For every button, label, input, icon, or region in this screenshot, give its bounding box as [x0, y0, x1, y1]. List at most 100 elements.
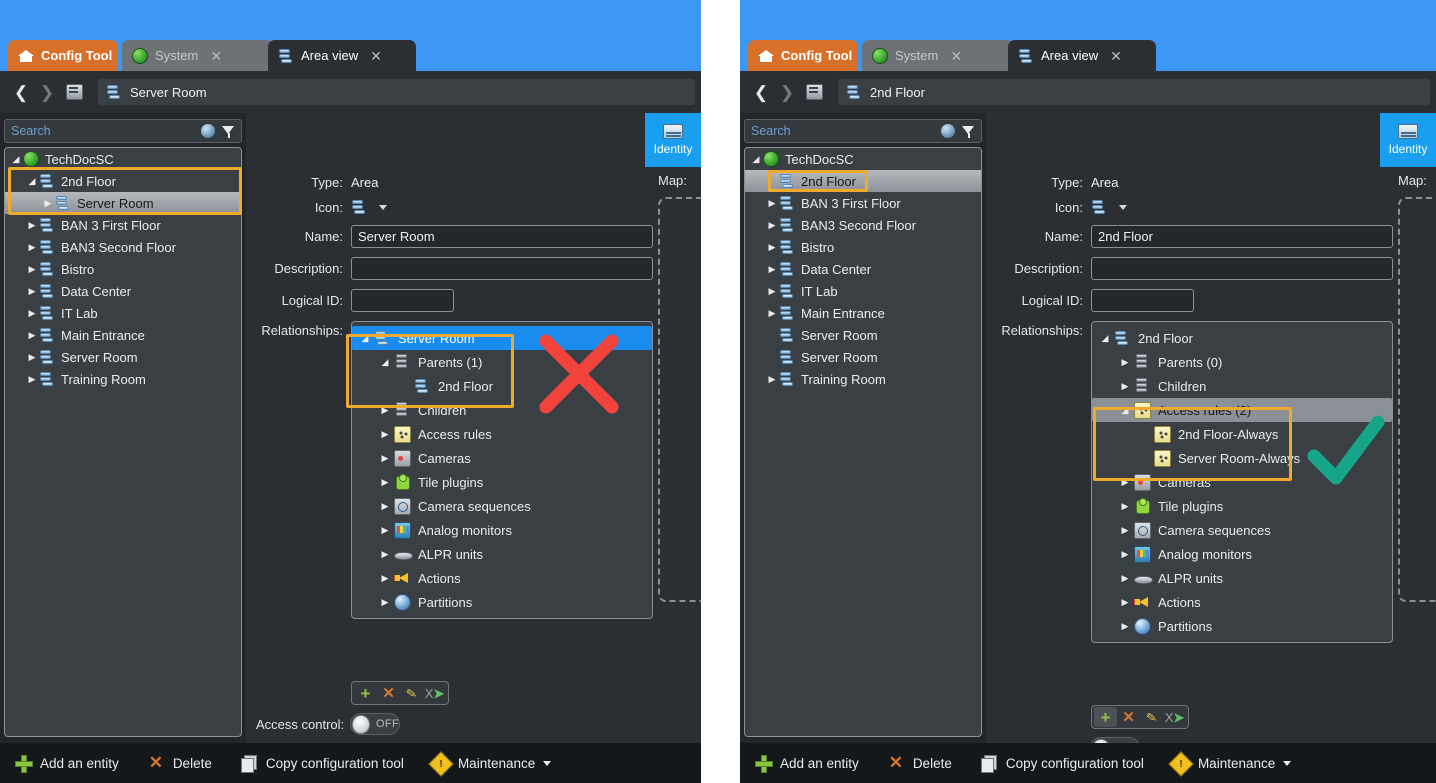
close-icon[interactable]: ✕ — [950, 49, 962, 63]
expand-arrow-icon[interactable]: ▶ — [25, 287, 39, 296]
expand-arrow-icon[interactable]: ▶ — [25, 331, 39, 340]
expand-arrow-icon[interactable]: ▶ — [25, 309, 39, 318]
move-relationship-button[interactable]: X➤ — [423, 683, 446, 703]
expand-arrow-icon[interactable]: ▶ — [376, 526, 394, 535]
access-control-toggle[interactable]: OFF — [350, 713, 400, 735]
add-relationship-button[interactable]: + — [354, 683, 377, 703]
collapse-arrow-icon[interactable]: ◢ — [376, 358, 394, 367]
expand-arrow-icon[interactable]: ▶ — [25, 353, 39, 362]
expand-arrow-icon[interactable]: ▶ — [376, 550, 394, 559]
expand-arrow-icon[interactable]: ▶ — [1116, 526, 1134, 535]
close-icon[interactable]: ✕ — [1110, 49, 1122, 63]
back-button[interactable]: ❮ — [8, 84, 34, 101]
tree-item[interactable]: ▶Cameras — [1092, 470, 1392, 494]
tree-item[interactable]: ▶ALPR units — [352, 542, 652, 566]
tree-item[interactable]: ▶IT Lab — [745, 280, 981, 302]
collapse-arrow-icon[interactable]: ◢ — [749, 155, 763, 164]
tree-item[interactable]: ▶Bistro — [745, 236, 981, 258]
command-plus-button[interactable]: Add an entity — [14, 754, 119, 772]
expand-arrow-icon[interactable]: ▶ — [765, 221, 779, 230]
tree-item[interactable]: ▶Actions — [352, 566, 652, 590]
tree-item[interactable]: ▶Data Center — [5, 280, 241, 302]
name-field[interactable]: Server Room — [351, 225, 653, 248]
expand-arrow-icon[interactable]: ▶ — [25, 375, 39, 384]
tab-config-tool[interactable]: Config Tool — [8, 40, 118, 71]
tree-item[interactable]: ▶BAN 3 First Floor — [5, 214, 241, 236]
tree-item[interactable]: ▶BAN3 Second Floor — [5, 236, 241, 258]
tree-item[interactable]: ▶Main Entrance — [5, 324, 241, 346]
expand-arrow-icon[interactable]: ▶ — [376, 454, 394, 463]
expand-arrow-icon[interactable]: ▶ — [765, 309, 779, 318]
entity-tree[interactable]: ◢TechDocSC2nd Floor▶BAN 3 First Floor▶BA… — [744, 147, 982, 737]
command-x-button[interactable]: ✕Delete — [147, 754, 212, 772]
tree-item[interactable]: ◢2nd Floor — [5, 170, 241, 192]
expand-arrow-icon[interactable]: ▶ — [765, 243, 779, 252]
tree-item[interactable]: 2nd Floor — [352, 374, 652, 398]
tree-item[interactable]: ▶Main Entrance — [745, 302, 981, 324]
tree-item[interactable]: ▶Parents (0) — [1092, 350, 1392, 374]
command-plus-button[interactable]: Add an entity — [754, 754, 859, 772]
tree-item[interactable]: ▶Data Center — [745, 258, 981, 280]
tree-item[interactable]: ▶Analog monitors — [352, 518, 652, 542]
tree-item[interactable]: ◢2nd Floor — [1092, 326, 1392, 350]
command-maintenance-button[interactable]: Maintenance — [432, 754, 551, 773]
tree-item[interactable]: ◢TechDocSC — [5, 148, 241, 170]
logical-id-field[interactable] — [1091, 289, 1194, 312]
tab-identity[interactable]: Identity — [645, 113, 701, 167]
forward-button[interactable]: ❯ — [774, 84, 800, 101]
tree-item[interactable]: ▶Partitions — [352, 590, 652, 614]
add-relationship-button[interactable]: + — [1094, 707, 1117, 727]
map-drop-zone[interactable] — [658, 197, 701, 602]
tree-item[interactable]: ▶Server Room — [5, 346, 241, 368]
tree-item[interactable]: ▶Training Room — [745, 368, 981, 390]
expand-arrow-icon[interactable]: ▶ — [765, 265, 779, 274]
tree-item[interactable]: Server Room — [745, 324, 981, 346]
tree-item[interactable]: ▶BAN 3 First Floor — [745, 192, 981, 214]
remove-relationship-button[interactable]: ✕ — [377, 683, 400, 703]
tab-config-tool[interactable]: Config Tool — [748, 40, 858, 71]
expand-arrow-icon[interactable]: ▶ — [1116, 502, 1134, 511]
tree-item[interactable]: ▶Partitions — [1092, 614, 1392, 638]
tree-item[interactable]: 2nd Floor-Always — [1092, 422, 1392, 446]
collapse-arrow-icon[interactable]: ◢ — [1096, 334, 1114, 343]
tree-item[interactable]: ▶Analog monitors — [1092, 542, 1392, 566]
chevron-down-icon[interactable] — [1119, 205, 1127, 210]
tab-area-view[interactable]: Area view ✕ — [1008, 40, 1156, 71]
icon-selector[interactable] — [1091, 199, 1127, 216]
expand-arrow-icon[interactable]: ▶ — [25, 265, 39, 274]
recent-items-icon[interactable] — [62, 82, 88, 102]
tree-item[interactable]: ▶Bistro — [5, 258, 241, 280]
tree-item[interactable]: ▶IT Lab — [5, 302, 241, 324]
expand-arrow-icon[interactable]: ▶ — [376, 598, 394, 607]
tree-item[interactable]: ▶Children — [1092, 374, 1392, 398]
description-field[interactable] — [351, 257, 653, 280]
collapse-arrow-icon[interactable]: ◢ — [9, 155, 23, 164]
collapse-arrow-icon[interactable]: ◢ — [1116, 406, 1134, 415]
expand-arrow-icon[interactable]: ▶ — [765, 199, 779, 208]
expand-arrow-icon[interactable]: ▶ — [1116, 382, 1134, 391]
search-scope-icon[interactable] — [201, 124, 215, 138]
tree-item[interactable]: 2nd Floor — [745, 170, 981, 192]
expand-arrow-icon[interactable]: ▶ — [41, 199, 55, 208]
move-relationship-button[interactable]: X➤ — [1163, 707, 1186, 727]
filter-icon[interactable] — [222, 125, 235, 138]
recent-items-icon[interactable] — [802, 82, 828, 102]
expand-arrow-icon[interactable]: ▶ — [1116, 598, 1134, 607]
expand-arrow-icon[interactable]: ▶ — [1116, 478, 1134, 487]
tree-item[interactable]: ▶Tile plugins — [1092, 494, 1392, 518]
tab-system[interactable]: System ✕ — [122, 40, 274, 71]
tree-item[interactable]: ◢Server Room — [352, 326, 652, 350]
command-maintenance-button[interactable]: Maintenance — [1172, 754, 1291, 773]
relationships-tree[interactable]: ◢Server Room◢Parents (1)2nd Floor▶Childr… — [351, 321, 653, 619]
entity-tree[interactable]: ◢TechDocSC◢2nd Floor▶Server Room▶BAN 3 F… — [4, 147, 242, 737]
search-input[interactable]: Search — [744, 119, 982, 143]
tree-item[interactable]: ▶Server Room — [5, 192, 241, 214]
expand-arrow-icon[interactable]: ▶ — [376, 502, 394, 511]
expand-arrow-icon[interactable]: ▶ — [1116, 550, 1134, 559]
tree-item[interactable]: ▶Camera sequences — [1092, 518, 1392, 542]
breadcrumb[interactable]: Server Room — [98, 79, 695, 105]
chevron-down-icon[interactable] — [379, 205, 387, 210]
forward-button[interactable]: ❯ — [34, 84, 60, 101]
tree-item[interactable]: Server Room-Always — [1092, 446, 1392, 470]
tree-item[interactable]: ▶Tile plugins — [352, 470, 652, 494]
